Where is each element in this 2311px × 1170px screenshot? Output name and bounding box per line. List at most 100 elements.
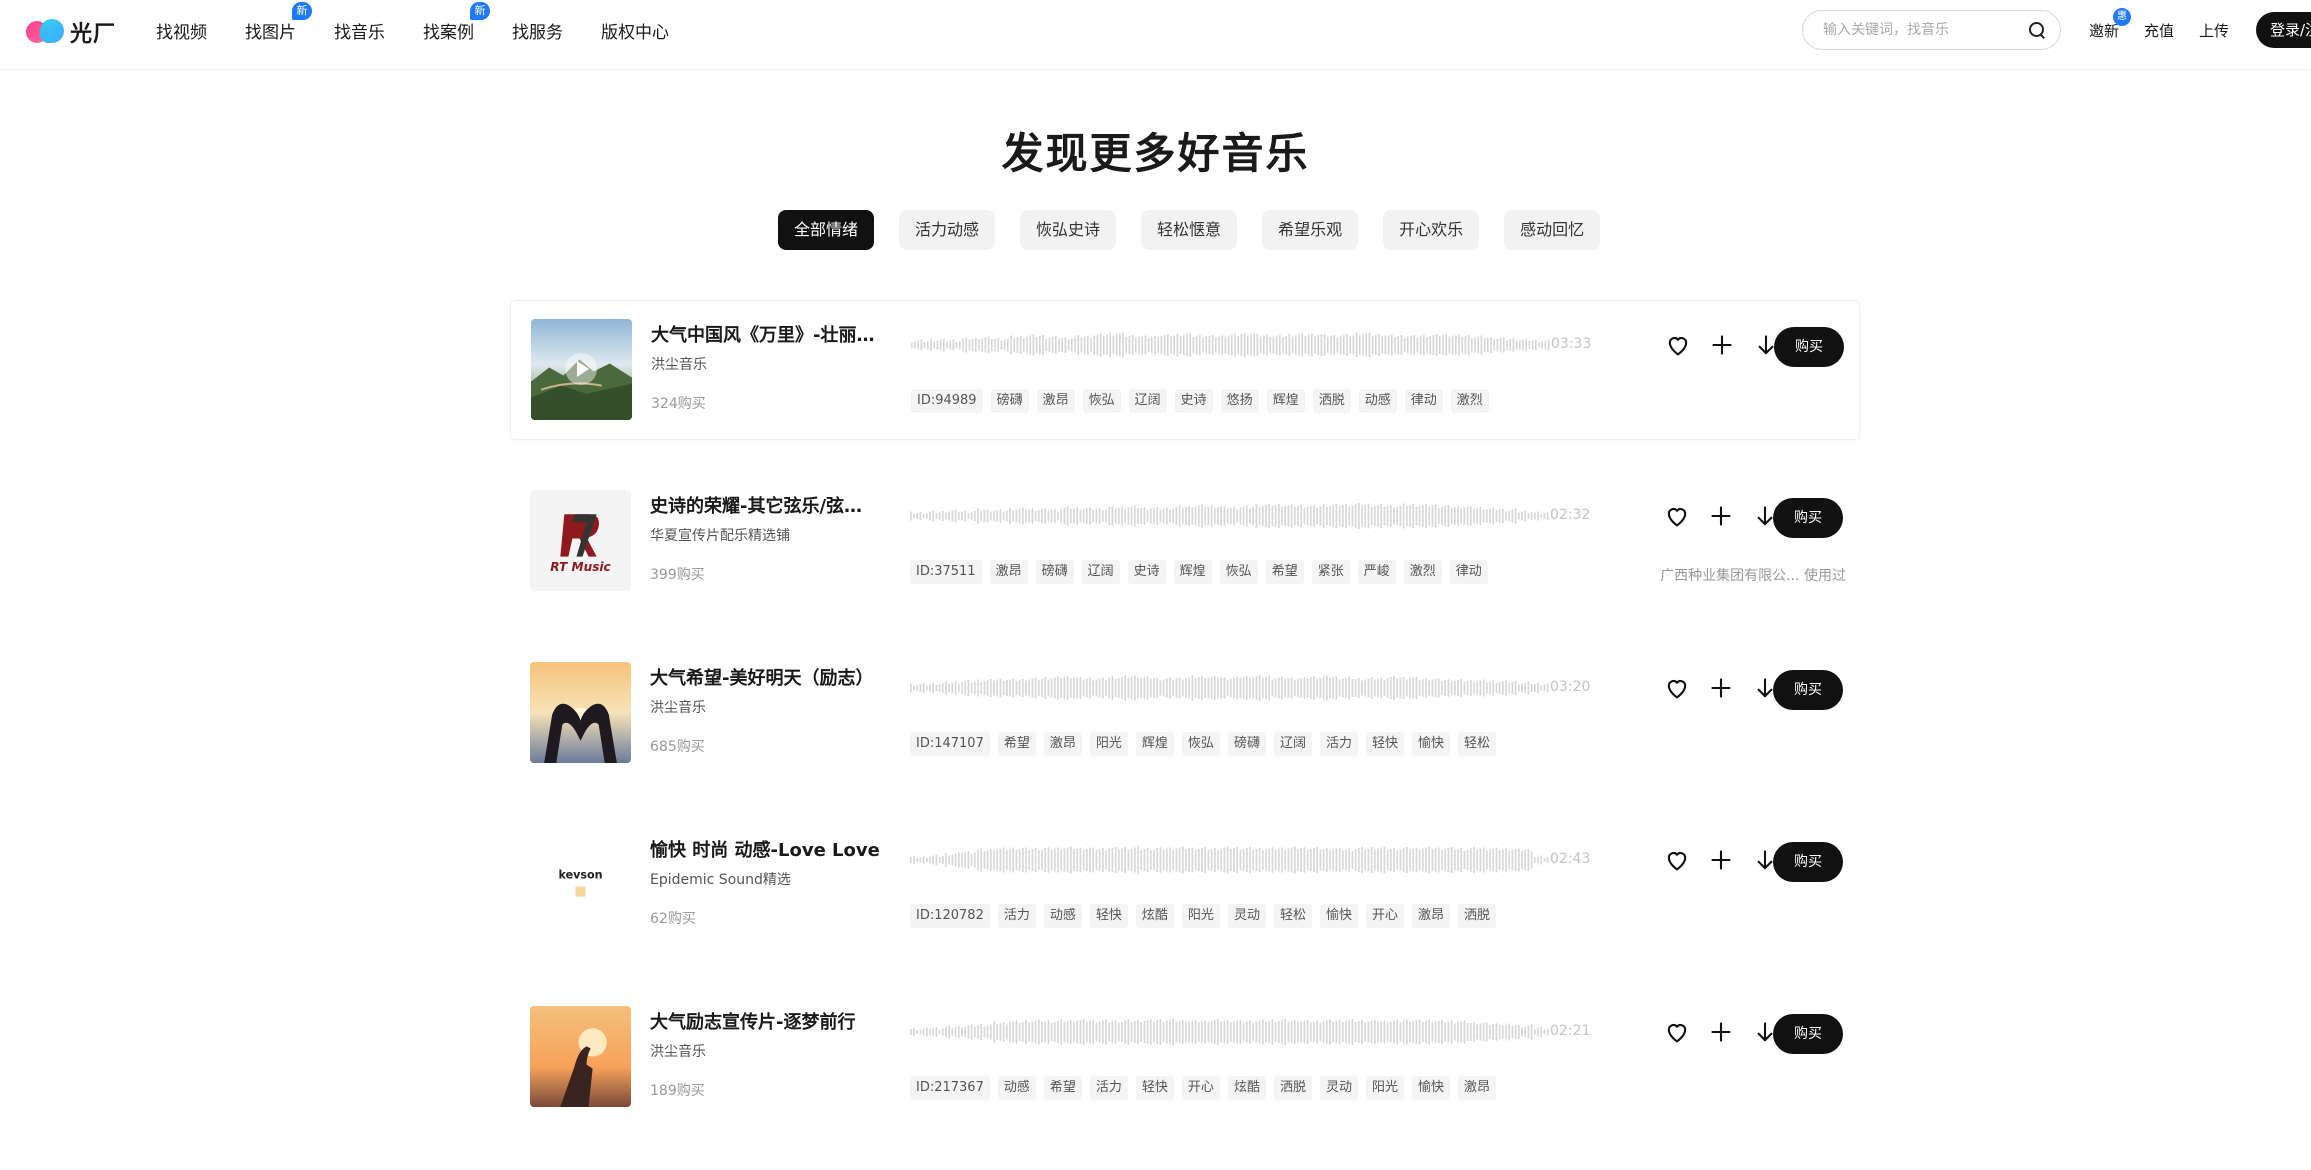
nav-copyright-center[interactable]: 版权中心 bbox=[601, 18, 669, 43]
tag[interactable]: 辽阔 bbox=[1128, 389, 1167, 413]
nav-find-service[interactable]: 找服务 bbox=[512, 18, 563, 43]
buy-button[interactable]: 购买 bbox=[1773, 842, 1843, 882]
tag[interactable]: 激昂 bbox=[989, 560, 1028, 584]
tag[interactable]: 炫酷 bbox=[1135, 904, 1174, 928]
track-cover[interactable] bbox=[530, 662, 631, 763]
tab-hopeful[interactable]: 希望乐观 bbox=[1262, 210, 1359, 250]
tag[interactable]: 紧张 bbox=[1311, 560, 1350, 584]
track-row[interactable]: 大气中国风《万里》-壮丽山河 洪尘音乐 324购买 03:33 ID:94989 磅礴 激昂… bbox=[510, 300, 1860, 440]
track-cover[interactable]: RT Music bbox=[530, 490, 631, 591]
tag[interactable]: 动感 bbox=[1358, 389, 1397, 413]
tag[interactable]: 愉快 bbox=[1412, 1076, 1451, 1100]
tag[interactable]: ID:37511 bbox=[910, 560, 982, 584]
tag[interactable]: 动感 bbox=[1043, 904, 1082, 928]
tag[interactable]: 洒脱 bbox=[1312, 389, 1351, 413]
track-cover[interactable] bbox=[530, 1006, 631, 1107]
tag[interactable]: 磅礴 bbox=[1035, 560, 1074, 584]
tag[interactable]: 活力 bbox=[1319, 732, 1358, 756]
track-title[interactable]: 大气励志宣传片-逐梦前行 bbox=[650, 1008, 880, 1034]
plus-icon[interactable] bbox=[1707, 502, 1735, 530]
tag[interactable]: ID:217367 bbox=[910, 1076, 990, 1100]
tag[interactable]: 活力 bbox=[997, 904, 1036, 928]
tag[interactable]: 律动 bbox=[1404, 389, 1443, 413]
tag[interactable]: 激昂 bbox=[1458, 1076, 1497, 1100]
tag[interactable]: 轻快 bbox=[1089, 904, 1128, 928]
tag[interactable]: 磅礴 bbox=[990, 389, 1029, 413]
tag[interactable]: 活力 bbox=[1089, 1076, 1128, 1100]
tag[interactable]: 严峻 bbox=[1357, 560, 1396, 584]
tag[interactable]: 悠扬 bbox=[1220, 389, 1259, 413]
heart-icon[interactable] bbox=[1663, 502, 1691, 530]
tag[interactable]: 史诗 bbox=[1127, 560, 1166, 584]
track-artist[interactable]: 洪尘音乐 bbox=[650, 697, 706, 717]
tag[interactable]: 灵动 bbox=[1319, 1076, 1358, 1100]
track-artist[interactable]: Epidemic Sound精选 bbox=[650, 869, 791, 889]
waveform[interactable] bbox=[910, 496, 1550, 536]
tab-happy[interactable]: 开心欢乐 bbox=[1383, 210, 1480, 250]
tag[interactable]: 恢弘 bbox=[1219, 560, 1258, 584]
nav-find-video[interactable]: 找视频 bbox=[156, 18, 207, 43]
tag[interactable]: 轻松 bbox=[1458, 732, 1497, 756]
waveform[interactable] bbox=[910, 840, 1550, 880]
tag[interactable]: 激昂 bbox=[1412, 904, 1451, 928]
upload-link[interactable]: 上传 bbox=[2199, 20, 2229, 41]
waveform[interactable] bbox=[910, 668, 1550, 708]
tag[interactable]: 动感 bbox=[997, 1076, 1036, 1100]
buy-button[interactable]: 购买 bbox=[1773, 670, 1843, 710]
tag[interactable]: 辽阔 bbox=[1081, 560, 1120, 584]
plus-icon[interactable] bbox=[1707, 846, 1735, 874]
heart-icon[interactable] bbox=[1663, 1018, 1691, 1046]
track-title[interactable]: 大气希望-美好明天（励志） bbox=[650, 664, 880, 690]
plus-icon[interactable] bbox=[1707, 1018, 1735, 1046]
tag[interactable]: 开心 bbox=[1181, 1076, 1220, 1100]
buy-button[interactable]: 购买 bbox=[1774, 327, 1844, 367]
tag[interactable]: 恢弘 bbox=[1181, 732, 1220, 756]
nav-find-case[interactable]: 找案例 新 bbox=[423, 1, 490, 43]
track-row[interactable]: 大气励志宣传片-逐梦前行 洪尘音乐 189购买 02:21 ID:217367 动感 希望活… bbox=[510, 988, 1860, 1128]
tag[interactable]: ID:147107 bbox=[910, 732, 990, 756]
tag[interactable]: 希望 bbox=[1043, 1076, 1082, 1100]
waveform[interactable] bbox=[910, 1012, 1550, 1052]
tag[interactable]: 辉煌 bbox=[1173, 560, 1212, 584]
tag[interactable]: 轻快 bbox=[1135, 1076, 1174, 1100]
tag[interactable]: 辉煌 bbox=[1135, 732, 1174, 756]
track-artist[interactable]: 华夏宣传片配乐精选铺 bbox=[650, 525, 790, 545]
tag[interactable]: 希望 bbox=[997, 732, 1036, 756]
tag[interactable]: 洒脱 bbox=[1273, 1076, 1312, 1100]
track-title[interactable]: 史诗的荣耀-其它弦乐/弦乐团 bbox=[650, 492, 880, 518]
nav-find-image[interactable]: 找图片 新 bbox=[245, 1, 312, 43]
tag[interactable]: 轻快 bbox=[1365, 732, 1404, 756]
heart-icon[interactable] bbox=[1663, 674, 1691, 702]
track-artist[interactable]: 洪尘音乐 bbox=[651, 354, 707, 374]
tag[interactable]: 阳光 bbox=[1365, 1076, 1404, 1100]
nav-find-music[interactable]: 找音乐 bbox=[334, 18, 385, 43]
tag[interactable]: 恢弘 bbox=[1082, 389, 1121, 413]
buy-button[interactable]: 购买 bbox=[1773, 498, 1843, 538]
tag[interactable]: 洒脱 bbox=[1458, 904, 1497, 928]
tag[interactable]: ID:94989 bbox=[911, 389, 983, 413]
login-button[interactable]: 登录/注册 bbox=[2256, 12, 2311, 48]
tag[interactable]: 激烈 bbox=[1450, 389, 1489, 413]
tag[interactable]: 阳光 bbox=[1089, 732, 1128, 756]
tag[interactable]: 希望 bbox=[1265, 560, 1304, 584]
tag[interactable]: 愉快 bbox=[1319, 904, 1358, 928]
tag[interactable]: ID:120782 bbox=[910, 904, 990, 928]
waveform[interactable] bbox=[911, 325, 1551, 365]
heart-icon[interactable] bbox=[1663, 846, 1691, 874]
tag[interactable]: 激昂 bbox=[1036, 389, 1075, 413]
tab-touching[interactable]: 感动回忆 bbox=[1504, 210, 1601, 250]
plus-icon[interactable] bbox=[1707, 674, 1735, 702]
invite-link[interactable]: 邀新 惠 bbox=[2089, 8, 2132, 41]
track-artist[interactable]: 洪尘音乐 bbox=[650, 1041, 706, 1061]
tag[interactable]: 史诗 bbox=[1174, 389, 1213, 413]
track-cover[interactable]: kevson bbox=[530, 834, 631, 935]
track-row[interactable]: RT Music 史诗的荣耀-其它弦乐/弦乐团 华夏宣传片配乐精选铺 399购买 02:… bbox=[510, 472, 1860, 612]
recharge-link[interactable]: 充值 bbox=[2144, 20, 2174, 41]
tag[interactable]: 愉快 bbox=[1412, 732, 1451, 756]
plus-icon[interactable] bbox=[1708, 331, 1736, 359]
track-cover[interactable] bbox=[531, 319, 632, 420]
site-logo[interactable]: 光厂 bbox=[26, 16, 116, 48]
tag[interactable]: 磅礴 bbox=[1227, 732, 1266, 756]
track-row[interactable]: 大气希望-美好明天（励志） 洪尘音乐 685购买 03:20 ID:147107 希望 激昂… bbox=[510, 644, 1860, 784]
tab-relaxed[interactable]: 轻松惬意 bbox=[1141, 210, 1238, 250]
